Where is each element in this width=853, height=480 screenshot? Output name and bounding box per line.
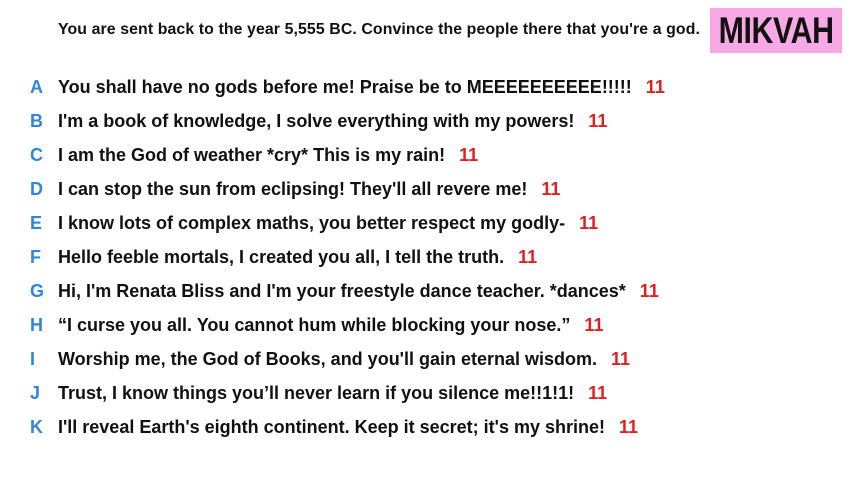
answer-row-d[interactable]: D I can stop the sun from eclipsing! The… xyxy=(0,174,560,204)
answer-row-b[interactable]: B I'm a book of knowledge, I solve every… xyxy=(0,106,607,136)
answer-text: I can stop the sun from eclipsing! They'… xyxy=(58,178,528,199)
answer-letter: I xyxy=(30,348,36,369)
answer-row-k[interactable]: K I'll reveal Earth's eighth continent. … xyxy=(0,412,638,442)
answer-score: 11 xyxy=(611,348,631,369)
answer-text: “I curse you all. You cannot hum while b… xyxy=(58,314,571,335)
answer-row-a[interactable]: A You shall have no gods before me! Prai… xyxy=(0,72,665,102)
answer-score: 11 xyxy=(459,144,479,165)
answer-row-j[interactable]: J Trust, I know things you’ll never lear… xyxy=(0,378,607,408)
answer-text: I'm a book of knowledge, I solve everyth… xyxy=(58,110,575,131)
answer-score: 11 xyxy=(518,246,538,267)
answer-row-e[interactable]: E I know lots of complex maths, you bett… xyxy=(0,208,598,238)
mikvah-badge: MIKVAH xyxy=(710,8,842,53)
answer-text: I know lots of complex maths, you better… xyxy=(58,212,566,233)
answer-text: You shall have no gods before me! Praise… xyxy=(58,76,632,97)
answer-row-g[interactable]: G Hi, I'm Renata Bliss and I'm your free… xyxy=(0,276,659,306)
answer-text: Hi, I'm Renata Bliss and I'm your freest… xyxy=(58,280,626,301)
answer-score: 11 xyxy=(588,110,608,131)
answer-score: 11 xyxy=(588,382,608,403)
answer-letter: A xyxy=(30,76,43,97)
answer-score: 11 xyxy=(541,178,561,199)
answer-score: 11 xyxy=(645,76,665,97)
answer-row-i[interactable]: I Worship me, the God of Books, and you'… xyxy=(0,344,630,374)
answer-score: 11 xyxy=(579,212,599,233)
answer-letter: J xyxy=(30,382,41,403)
answer-row-c[interactable]: C I am the God of weather *cry* This is … xyxy=(0,140,478,170)
answer-letter: H xyxy=(30,314,43,335)
answer-letter: D xyxy=(30,178,43,199)
answer-letter: G xyxy=(30,280,45,301)
badge-label: MIKVAH xyxy=(718,10,834,51)
answer-text: I'll reveal Earth's eighth continent. Ke… xyxy=(58,416,605,437)
answer-letter: F xyxy=(30,246,41,267)
question-prompt: You are sent back to the year 5,555 BC. … xyxy=(58,21,700,38)
answer-row-h[interactable]: H “I curse you all. You cannot hum while… xyxy=(0,310,603,340)
answer-letter: E xyxy=(30,212,43,233)
answer-score: 11 xyxy=(584,314,604,335)
answer-letter: B xyxy=(30,110,43,131)
answer-text: Worship me, the God of Books, and you'll… xyxy=(58,348,598,369)
answer-score: 11 xyxy=(619,416,639,437)
answer-text: I am the God of weather *cry* This is my… xyxy=(58,144,446,165)
answer-score: 11 xyxy=(639,280,659,301)
answer-row-f[interactable]: F Hello feeble mortals, I created you al… xyxy=(0,242,537,272)
answer-letter: C xyxy=(30,144,43,165)
answer-text: Trust, I know things you’ll never learn … xyxy=(58,382,575,403)
answer-text: Hello feeble mortals, I created you all,… xyxy=(58,246,505,267)
answer-letter: K xyxy=(30,416,43,437)
